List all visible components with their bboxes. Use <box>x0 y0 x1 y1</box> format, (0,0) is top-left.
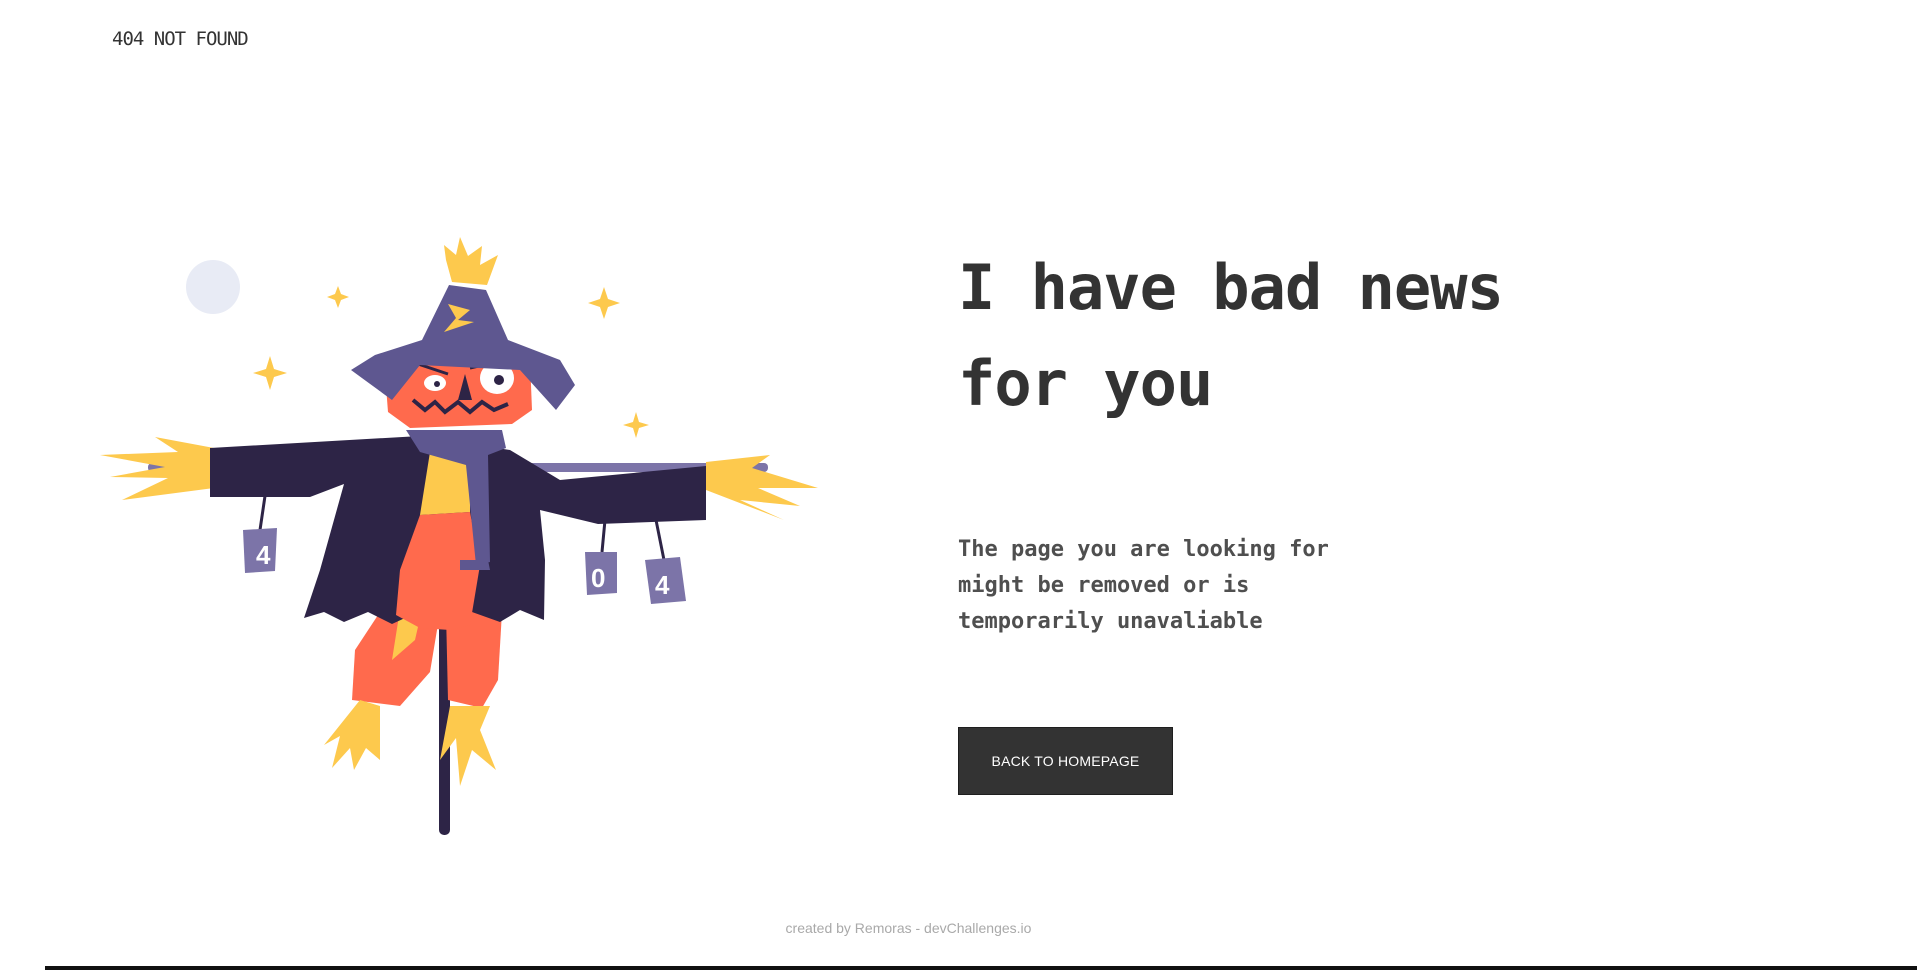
main-content: I have bad news for you The page you are… <box>958 240 1658 795</box>
site-logo[interactable]: 404 NOT FOUND <box>112 28 249 50</box>
sparkle-icon <box>588 287 620 319</box>
error-message: The page you are looking for might be re… <box>958 537 1329 634</box>
footer-credit: created by Remoras - devChallenges.io <box>785 920 1032 936</box>
hat-straw <box>444 237 498 285</box>
can-label: 0 <box>591 563 605 593</box>
sparkle-icon <box>327 286 349 308</box>
back-to-homepage-button[interactable]: BACK TO HOMEPAGE <box>958 727 1173 795</box>
straw-hand-left <box>100 437 214 500</box>
sparkle-icon <box>253 356 287 390</box>
can-label: 4 <box>256 540 271 570</box>
can-label: 4 <box>655 570 670 600</box>
moon-icon <box>186 260 240 314</box>
page-headline: I have bad news for you <box>958 251 1504 420</box>
sparkle-icon <box>623 412 649 438</box>
bottom-divider <box>45 966 1917 970</box>
scarecrow-illustration: 4 0 4 <box>100 237 818 835</box>
